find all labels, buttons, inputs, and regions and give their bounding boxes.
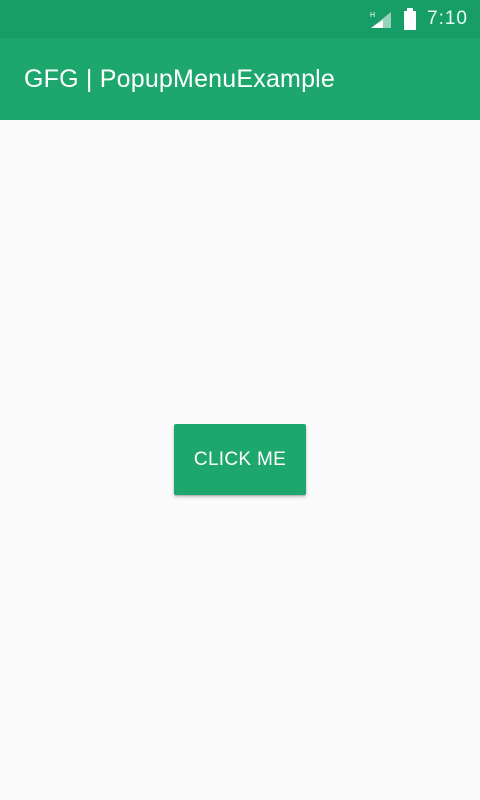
app-bar: GFG | PopupMenuExample <box>0 38 480 120</box>
click-me-button[interactable]: CLICK ME <box>174 424 306 495</box>
status-bar: H 7:10 <box>0 0 480 38</box>
battery-icon <box>403 8 417 30</box>
svg-text:H: H <box>370 12 375 19</box>
status-time: 7:10 <box>427 8 468 29</box>
phone-screen: H 7:10 GFG | PopupMenuExample CLICK ME <box>0 0 480 800</box>
app-title: GFG | PopupMenuExample <box>24 64 336 93</box>
signal-icon: H <box>369 9 393 29</box>
status-icons: H 7:10 <box>369 6 468 32</box>
